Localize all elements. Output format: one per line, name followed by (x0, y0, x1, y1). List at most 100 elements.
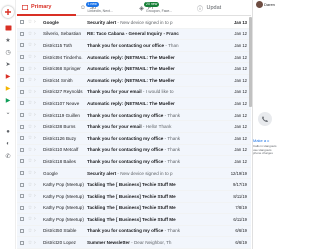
importance-marker-icon[interactable]: › (34, 42, 40, 48)
select-checkbox[interactable] (20, 113, 24, 118)
select-checkbox[interactable] (20, 101, 24, 106)
importance-marker-icon[interactable]: › (34, 182, 40, 188)
select-checkbox[interactable] (20, 136, 24, 141)
star-icon[interactable]: ☆ (27, 19, 33, 25)
star-icon[interactable]: ☆ (27, 124, 33, 130)
select-checkbox[interactable] (20, 217, 24, 222)
email-row[interactable]: ☆ › District4 Smith Automatic reply: (NETMA… (17, 74, 251, 87)
clock-icon[interactable]: ◷ (4, 48, 12, 56)
importance-marker-icon[interactable]: › (34, 100, 40, 106)
star-icon[interactable]: ☆ (27, 31, 33, 37)
importance-marker-icon[interactable]: › (34, 170, 40, 176)
email-row[interactable]: ☆ › District38 Burns Thank you for your ema… (17, 121, 251, 133)
select-checkbox[interactable] (20, 78, 24, 83)
select-checkbox[interactable] (20, 43, 24, 48)
select-checkbox[interactable] (20, 20, 24, 25)
tab-promotions[interactable]: ◈ Pr 20 new Groupon, Face... (134, 0, 193, 16)
inbox-icon[interactable] (4, 24, 12, 32)
make-call-link[interactable]: Make a c (253, 138, 269, 143)
select-checkbox[interactable] (20, 124, 24, 129)
compose-button[interactable] (2, 6, 14, 18)
email-row[interactable]: ☆ › Kathy Pop (Meetup) Tackling The [ Busin… (17, 190, 251, 203)
select-checkbox[interactable] (20, 171, 24, 176)
email-row[interactable]: ☆ › District94 Tinderho. Automatic reply: (… (17, 51, 251, 64)
star-icon[interactable]: ☆ (27, 100, 33, 106)
more-icon[interactable]: ⌄ (4, 108, 12, 116)
select-checkbox[interactable] (20, 147, 24, 152)
star-icon[interactable]: ☆ (27, 112, 33, 118)
email-snippet: - Thank (163, 135, 181, 141)
importance-marker-icon[interactable]: › (34, 112, 40, 118)
star-icon[interactable]: ☆ (27, 170, 33, 176)
importance-marker-icon[interactable]: › (34, 19, 40, 25)
star-icon[interactable]: ☆ (27, 147, 33, 153)
importance-marker-icon[interactable]: › (34, 228, 40, 234)
select-checkbox[interactable] (20, 89, 24, 94)
importance-marker-icon[interactable]: › (34, 89, 40, 95)
star-icon[interactable]: ☆ (27, 240, 33, 246)
select-checkbox[interactable] (20, 159, 24, 164)
select-checkbox[interactable] (20, 240, 24, 245)
star-icon[interactable]: ☆ (27, 193, 33, 199)
chat-icon[interactable]: ◐ (4, 140, 12, 148)
email-row[interactable]: ☆ › Silverio, Sebastian RE: Taco Cabana - G… (17, 28, 251, 41)
star-icon[interactable]: ☆ (27, 66, 33, 72)
importance-marker-icon[interactable]: › (34, 135, 40, 141)
star-icon[interactable]: ☆ (27, 158, 33, 164)
email-row[interactable]: ☆ › District27 Reynolds Thank you for your … (17, 86, 251, 99)
email-row[interactable]: ☆ › District68 Springer Automatic reply: (N… (17, 63, 251, 75)
select-checkbox[interactable] (20, 55, 24, 60)
email-row[interactable]: ☆ › District126 Buzy Thank you for contacti… (17, 132, 251, 145)
star-icon[interactable]: ☆ (27, 205, 33, 211)
select-checkbox[interactable] (20, 194, 24, 199)
star-icon[interactable]: ☆ (27, 89, 33, 95)
send-icon[interactable]: ➤ (4, 60, 12, 68)
email-row[interactable]: ☆ › Google Security alert - New device sign… (17, 17, 251, 29)
importance-marker-icon[interactable]: › (34, 205, 40, 211)
importance-marker-icon[interactable]: › (34, 193, 40, 199)
importance-marker-icon[interactable]: › (34, 147, 40, 153)
importance-marker-icon[interactable]: › (34, 240, 40, 246)
tab-updates[interactable]: ⓘ Updat (193, 0, 252, 16)
star-icon[interactable]: ☆ (27, 228, 33, 234)
importance-marker-icon[interactable]: › (34, 216, 40, 222)
tab-subtitle: Groupon, Face... (146, 9, 173, 13)
person-icon[interactable]: ● (4, 128, 12, 136)
star-icon[interactable]: ☆ (27, 54, 33, 60)
email-row[interactable]: ☆ › District119 Guillen Thank you for conta… (17, 109, 251, 122)
tab-primary[interactable]: Primary (17, 0, 76, 16)
star-icon[interactable]: ☆ (27, 216, 33, 222)
email-row[interactable]: ☆ › Kathy Pop (Meetup) Tackling The [ Busin… (17, 214, 251, 226)
select-checkbox[interactable] (20, 182, 24, 187)
avatar[interactable] (256, 1, 263, 8)
star-icon[interactable]: ☆ (27, 42, 33, 48)
email-row[interactable]: ☆ › Kathy Pop (Meetup) Tackling The [ Busin… (17, 179, 251, 191)
phone-icon[interactable]: ✆ (4, 152, 12, 160)
label-icon[interactable]: ▶ (4, 84, 12, 92)
star-icon[interactable]: ★ (4, 36, 12, 44)
email-row[interactable]: ☆ › District50 Stable Thank you for contact… (17, 225, 251, 238)
importance-marker-icon[interactable]: › (34, 66, 40, 72)
email-row[interactable]: ☆ › District20 Lopez Summer Newsletter - De… (17, 237, 251, 249)
email-row[interactable]: ☆ › District15 Toth Thank you for contactin… (17, 40, 251, 52)
star-icon[interactable]: ☆ (27, 182, 33, 188)
label-icon[interactable]: ▶ (4, 72, 12, 80)
star-icon[interactable]: ☆ (27, 77, 33, 83)
importance-marker-icon[interactable]: › (34, 54, 40, 60)
tab-social[interactable]: ☺ So 1 new LinkedIn, Next... (76, 0, 135, 16)
email-row[interactable]: ☆ › District18 Bailes Thank you for contact… (17, 156, 251, 168)
email-row[interactable]: ☆ › Google Security alert - New device sign… (17, 167, 251, 180)
select-checkbox[interactable] (20, 205, 24, 210)
select-checkbox[interactable] (20, 66, 24, 71)
importance-marker-icon[interactable]: › (34, 77, 40, 83)
email-row[interactable]: ☆ › District107 Neave Automatic reply: (NET… (17, 98, 251, 110)
email-row[interactable]: ☆ › Kathy Pop (Meetup) Tackling The [ Busin… (17, 202, 251, 215)
importance-marker-icon[interactable]: › (34, 124, 40, 130)
star-icon[interactable]: ☆ (27, 135, 33, 141)
importance-marker-icon[interactable]: › (34, 31, 40, 37)
email-row[interactable]: ☆ › District10 Metcalf Thank you for contac… (17, 144, 251, 157)
select-checkbox[interactable] (20, 228, 24, 233)
importance-marker-icon[interactable]: › (34, 158, 40, 164)
select-checkbox[interactable] (20, 31, 24, 36)
label-icon[interactable]: ▶ (4, 96, 12, 104)
